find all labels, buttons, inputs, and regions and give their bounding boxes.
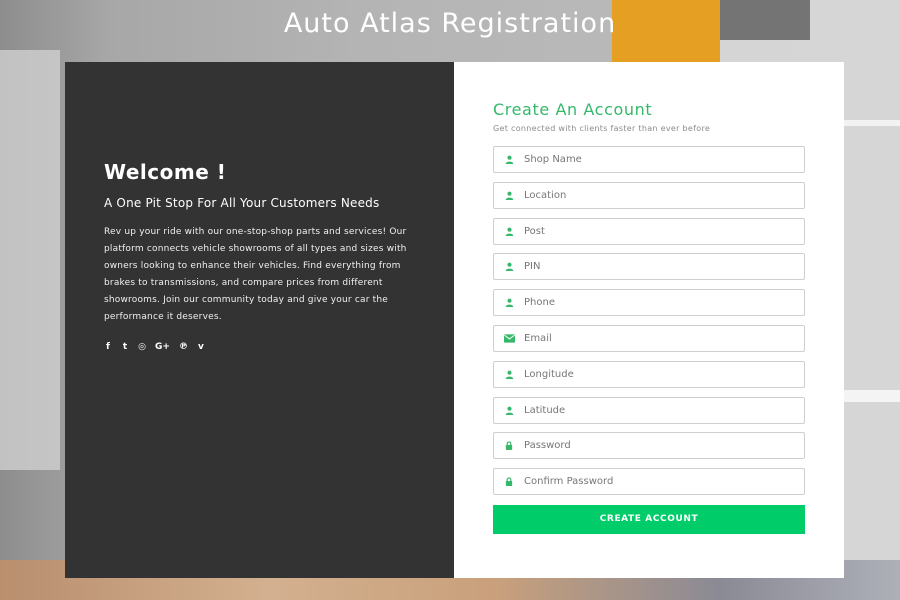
description-line: performance it deserves.	[104, 312, 222, 322]
latitude-field	[493, 396, 805, 424]
welcome-description: Rev up your ride with our one-stop-shop …	[104, 224, 415, 326]
post-input[interactable]	[524, 225, 794, 237]
user-icon	[494, 155, 524, 164]
password-input[interactable]	[524, 440, 794, 452]
password-field	[493, 432, 805, 460]
user-icon	[494, 406, 524, 415]
phone-field	[493, 289, 805, 317]
email-input[interactable]	[524, 332, 794, 344]
form-subtitle: Get connected with clients faster than e…	[493, 124, 711, 133]
confirm-password-input[interactable]	[524, 476, 794, 488]
form-title: Create An Account	[493, 100, 653, 119]
shop-name-field	[493, 146, 805, 173]
description-line: platform connects vehicle showrooms of a…	[104, 244, 407, 254]
instagram-icon[interactable]: ◎	[138, 342, 146, 352]
welcome-subheading: A One Pit Stop For All Your Customers Ne…	[104, 196, 380, 210]
location-field	[493, 181, 805, 209]
description-line: owners looking to enhance their vehicles…	[104, 261, 401, 271]
welcome-panel: Welcome ! A One Pit Stop For All Your Cu…	[65, 62, 454, 578]
description-line: Rev up your ride with our one-stop-shop …	[104, 227, 407, 237]
welcome-heading: Welcome !	[104, 160, 227, 184]
post-field	[493, 217, 805, 245]
user-icon	[494, 227, 524, 236]
description-line: brakes to transmissions, and compare pri…	[104, 278, 383, 288]
twitter-icon[interactable]: t	[121, 342, 129, 352]
shop-name-input[interactable]	[524, 154, 794, 165]
longitude-input[interactable]	[524, 368, 794, 380]
user-icon	[494, 298, 524, 308]
form-panel: Create An Account Get connected with cli…	[454, 62, 844, 578]
pin-input[interactable]	[524, 261, 794, 273]
user-icon	[494, 191, 524, 200]
user-icon	[494, 262, 524, 272]
create-account-button[interactable]: CREATE ACCOUNT	[493, 504, 805, 534]
phone-input[interactable]	[524, 297, 794, 309]
latitude-input[interactable]	[524, 404, 794, 416]
email-field	[493, 324, 805, 352]
user-icon	[494, 370, 524, 379]
pinterest-icon[interactable]: ℗	[179, 342, 188, 352]
envelope-icon	[494, 334, 524, 343]
vimeo-icon[interactable]: v	[197, 342, 205, 352]
longitude-field	[493, 360, 805, 388]
description-line: showrooms. Join our community today and …	[104, 295, 389, 305]
social-links: f t ◎ G+ ℗ v	[104, 342, 415, 352]
google-plus-icon[interactable]: G+	[155, 342, 170, 352]
lock-icon	[494, 441, 524, 451]
lock-icon	[494, 477, 524, 487]
pin-field	[493, 253, 805, 281]
page-title: Auto Atlas Registration	[283, 8, 617, 39]
location-input[interactable]	[524, 189, 794, 201]
facebook-icon[interactable]: f	[104, 342, 112, 352]
registration-card: Welcome ! A One Pit Stop For All Your Cu…	[65, 62, 844, 578]
registration-form: CREATE ACCOUNT	[493, 146, 806, 534]
confirm-password-field	[493, 468, 805, 496]
